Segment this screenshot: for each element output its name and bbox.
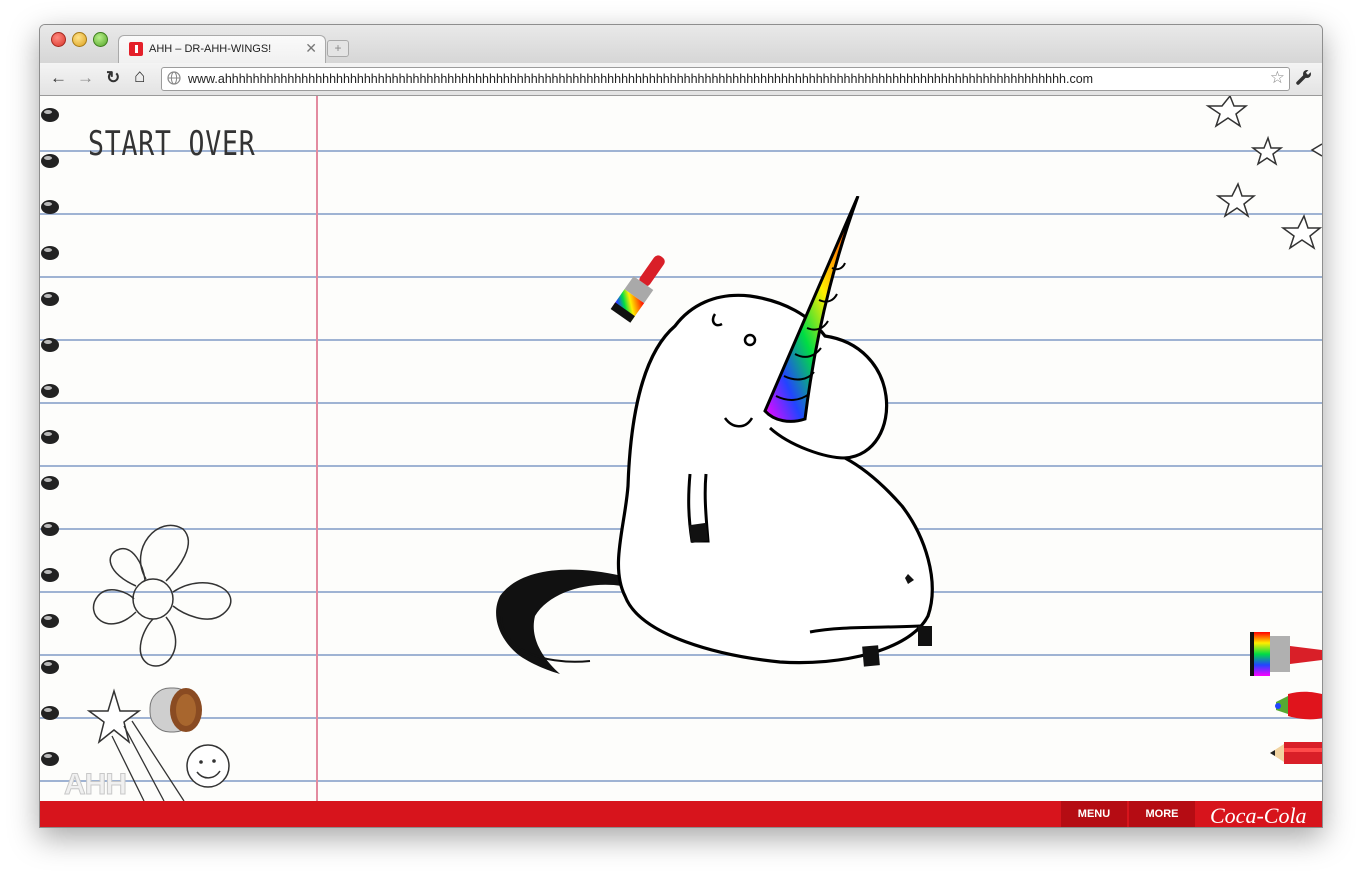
browser-window: AHH – DR-AHH-WINGS! ✕ + ← → ↻ ⌂ www.ahhh… bbox=[39, 24, 1323, 828]
tab-close-icon[interactable]: ✕ bbox=[305, 40, 317, 57]
close-window-button[interactable] bbox=[51, 32, 66, 47]
menu-button[interactable]: MENU bbox=[1061, 801, 1127, 827]
margin-line bbox=[316, 96, 318, 801]
reload-button[interactable]: ↻ bbox=[106, 68, 120, 88]
notebook-page[interactable]: START OVER AHH MENU MORE Coca-Cola bbox=[40, 96, 1322, 827]
globe-icon bbox=[167, 71, 181, 85]
bookmark-star-icon[interactable]: ☆ bbox=[1270, 68, 1285, 88]
forward-button[interactable]: → bbox=[77, 68, 94, 88]
back-button[interactable]: ← bbox=[50, 68, 67, 88]
favicon-icon bbox=[129, 42, 143, 56]
ahh-logo[interactable]: AHH bbox=[64, 768, 128, 802]
address-bar[interactable]: www.ahhhhhhhhhhhhhhhhhhhhhhhhhhhhhhhhhhh… bbox=[161, 67, 1290, 91]
wrench-icon[interactable] bbox=[1294, 67, 1314, 87]
tab-title: AHH – DR-AHH-WINGS! bbox=[149, 43, 272, 55]
smiley-doodle bbox=[186, 744, 230, 788]
more-button[interactable]: MORE bbox=[1129, 801, 1195, 827]
stars-doodle bbox=[1205, 96, 1322, 250]
paintbrush-icon[interactable] bbox=[1250, 628, 1322, 682]
new-tab-button[interactable]: + bbox=[327, 40, 349, 57]
zoom-window-button[interactable] bbox=[93, 32, 108, 47]
pencil-icon[interactable] bbox=[1268, 736, 1322, 770]
minimize-window-button[interactable] bbox=[72, 32, 87, 47]
browser-toolbar: ← → ↻ ⌂ www.ahhhhhhhhhhhhhhhhhhhhhhhhhhh… bbox=[40, 63, 1322, 96]
start-over-button[interactable]: START OVER bbox=[88, 124, 255, 164]
footer-bar: MENU MORE Coca-Cola bbox=[40, 801, 1322, 827]
title-bar: AHH – DR-AHH-WINGS! ✕ + bbox=[40, 25, 1322, 64]
home-button[interactable]: ⌂ bbox=[134, 66, 145, 88]
unicorn-drawing[interactable] bbox=[440, 196, 960, 696]
coca-cola-logo[interactable]: Coca-Cola bbox=[1210, 803, 1307, 827]
browser-tab[interactable]: AHH – DR-AHH-WINGS! ✕ bbox=[118, 35, 326, 64]
flower-doodle bbox=[92, 524, 232, 667]
url-text: www.ahhhhhhhhhhhhhhhhhhhhhhhhhhhhhhhhhhh… bbox=[188, 72, 1094, 86]
paint-tube-icon[interactable] bbox=[1272, 688, 1322, 724]
eraser-icon[interactable] bbox=[146, 682, 206, 738]
spiral-binding bbox=[41, 108, 59, 766]
